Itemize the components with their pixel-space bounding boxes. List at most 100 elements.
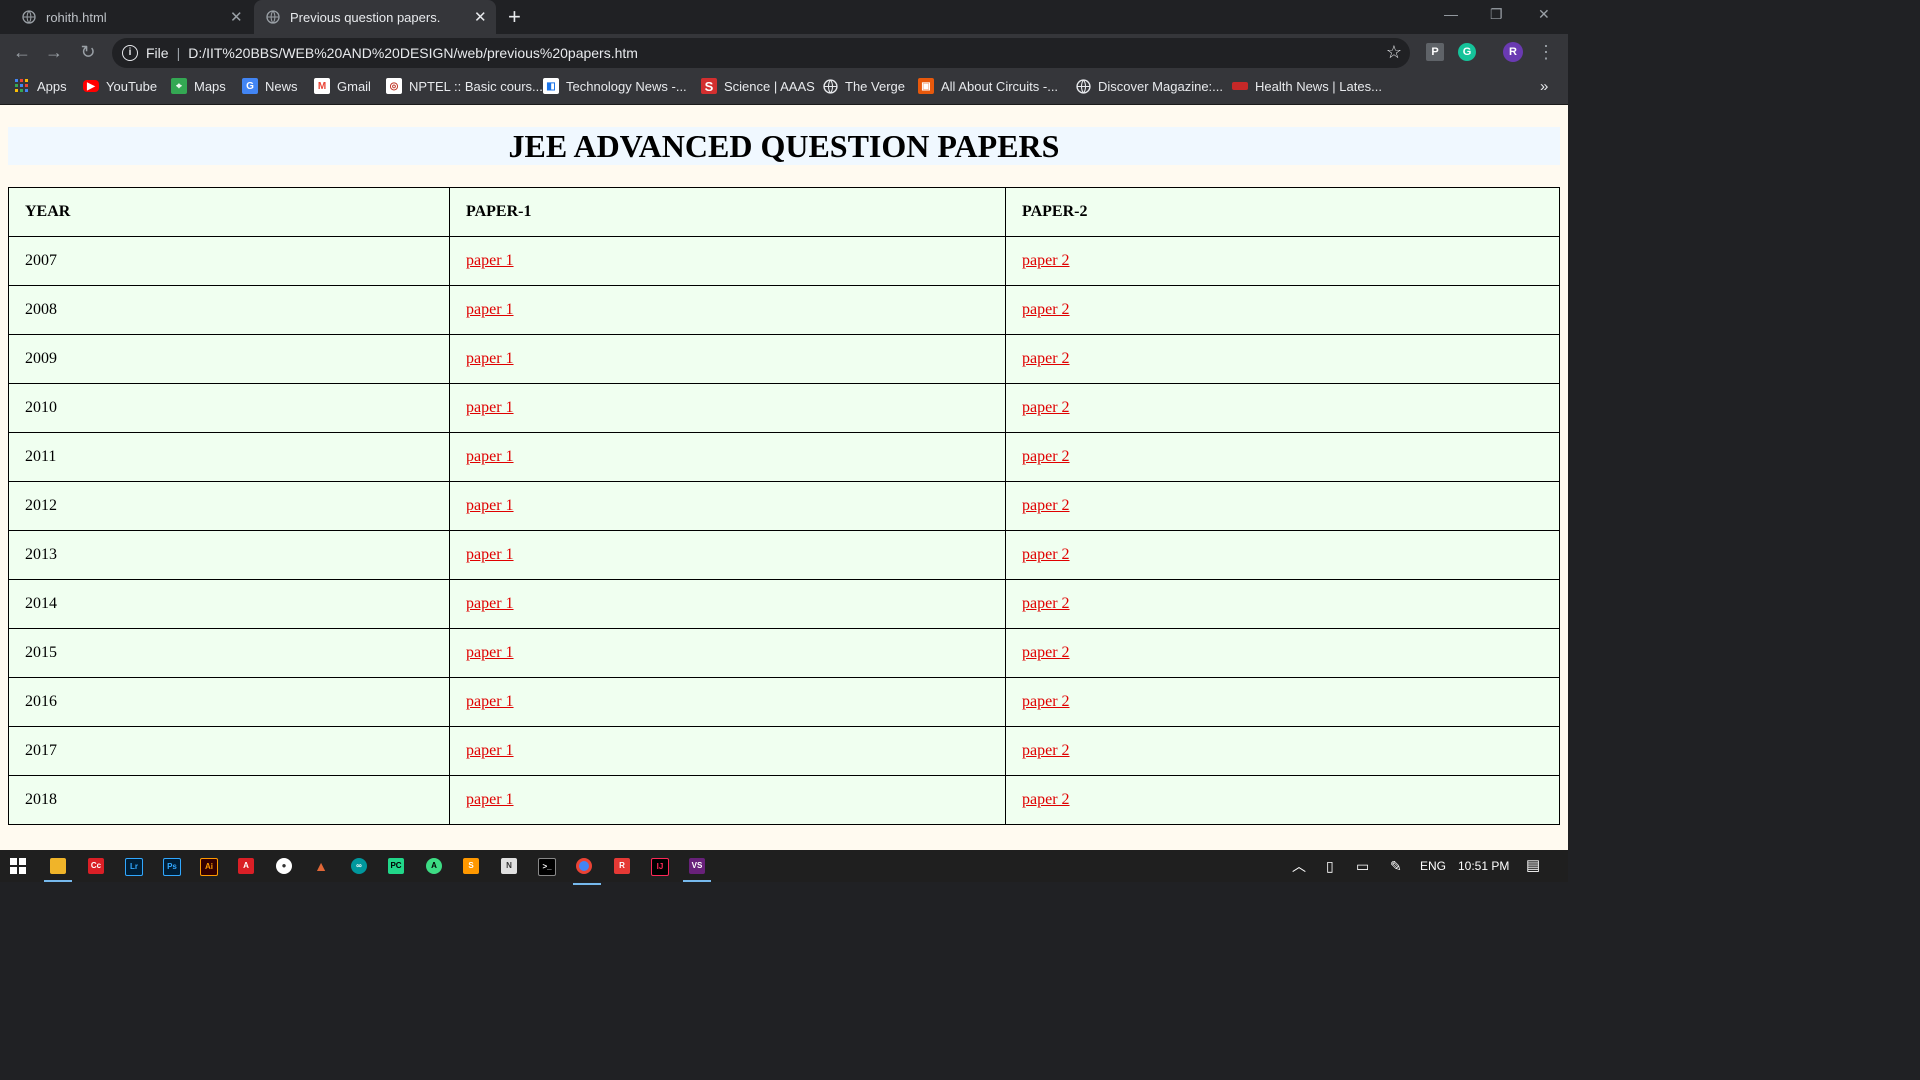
bookmark-gmail[interactable]: M Gmail <box>314 72 371 100</box>
paper-1-cell: paper 1 <box>449 236 1006 286</box>
paper-1-link[interactable]: paper 1 <box>466 693 514 710</box>
table-row: 2008 paper 1 paper 2 <box>8 285 1560 335</box>
acrobat-icon[interactable]: A <box>238 858 254 874</box>
chrome-icon[interactable] <box>573 858 601 885</box>
paper-2-link[interactable]: paper 2 <box>1022 350 1070 367</box>
bookmark-discover-magazine[interactable]: Discover Magazine:... <box>1075 72 1223 100</box>
illustrator-icon[interactable]: Ai <box>200 858 218 876</box>
close-tab-icon[interactable]: ✕ <box>474 8 487 26</box>
paper-1-link[interactable]: paper 1 <box>466 497 514 514</box>
paper-1-link[interactable]: paper 1 <box>466 791 514 808</box>
bookmark-news[interactable]: G News <box>242 72 298 100</box>
windows-start-icon[interactable] <box>10 858 26 874</box>
paper-1-link[interactable]: paper 1 <box>466 252 514 269</box>
bookmark-label: Science | AAAS <box>724 78 815 94</box>
usb-device-icon[interactable]: ▯ <box>1326 850 1334 882</box>
paper-1-link[interactable]: paper 1 <box>466 301 514 318</box>
column-header-paper-1: PAPER-1 <box>449 187 1006 237</box>
sublime-text-icon[interactable]: S <box>463 858 479 874</box>
site-info-icon[interactable]: i <box>122 45 138 61</box>
restore-icon[interactable]: ❐ <box>1490 6 1503 23</box>
paper-2-cell: paper 2 <box>1005 775 1560 825</box>
paper-1-cell: paper 1 <box>449 677 1006 727</box>
bookmark-technology-news[interactable]: ◧ Technology News -... <box>543 72 687 100</box>
lightroom-icon[interactable]: Lr <box>125 858 143 876</box>
tab-rohith[interactable]: rohith.html ✕ <box>10 0 250 34</box>
url-text[interactable]: D:/IIT%20BBS/WEB%20AND%20DESIGN/web/prev… <box>188 45 638 61</box>
bookmarks-overflow-icon[interactable]: » <box>1540 72 1548 100</box>
close-tab-icon[interactable]: ✕ <box>230 8 243 26</box>
paper-2-link[interactable]: paper 2 <box>1022 252 1070 269</box>
browser-toolbar: ← → ↻ i File | D:/IIT%20BBS/WEB%20AND%20… <box>0 34 1568 72</box>
paper-2-link[interactable]: paper 2 <box>1022 301 1070 318</box>
bookmark-the-verge[interactable]: The Verge <box>822 72 905 100</box>
table-row: 2009 paper 1 paper 2 <box>8 334 1560 384</box>
visual-studio-icon[interactable]: VS <box>683 858 711 882</box>
system-clock[interactable]: 10:51 PM <box>1458 850 1509 882</box>
paper-1-cell: paper 1 <box>449 628 1006 678</box>
paper-2-link[interactable]: paper 2 <box>1022 399 1070 416</box>
paper-2-link[interactable]: paper 2 <box>1022 644 1070 661</box>
bookmark-maps[interactable]: ⌖ Maps <box>171 72 226 100</box>
paper-1-link[interactable]: paper 1 <box>466 595 514 612</box>
obs-icon[interactable]: ● <box>276 858 292 874</box>
minimize-icon[interactable]: — <box>1444 6 1458 22</box>
paper-2-link[interactable]: paper 2 <box>1022 693 1070 710</box>
paper-2-link[interactable]: paper 2 <box>1022 448 1070 465</box>
photoshop-icon[interactable]: Ps <box>163 858 181 876</box>
table-row: 2016 paper 1 paper 2 <box>8 677 1560 727</box>
paper-2-link[interactable]: paper 2 <box>1022 595 1070 612</box>
terminal-icon[interactable]: >_ <box>538 858 556 876</box>
intellij-icon[interactable]: IJ <box>651 858 669 876</box>
paper-1-link[interactable]: paper 1 <box>466 350 514 367</box>
paper-2-link[interactable]: paper 2 <box>1022 791 1070 808</box>
column-header-year: YEAR <box>8 187 450 237</box>
paper-2-link[interactable]: paper 2 <box>1022 742 1070 759</box>
file-explorer-icon[interactable] <box>44 858 72 882</box>
paper-1-link[interactable]: paper 1 <box>466 742 514 759</box>
globe-icon <box>822 78 838 94</box>
android-studio-icon[interactable]: A <box>426 858 442 874</box>
table-header-row: YEAR PAPER-1 PAPER-2 <box>8 187 1560 237</box>
arduino-icon[interactable]: ∞ <box>351 858 367 874</box>
table-row: 2018 paper 1 paper 2 <box>8 775 1560 825</box>
menu-kebab-icon[interactable]: ⋮ <box>1536 42 1556 62</box>
language-indicator[interactable]: ENG <box>1420 850 1446 882</box>
recorder-icon[interactable]: R <box>614 858 630 874</box>
forward-icon[interactable]: → <box>44 42 64 62</box>
bookmark-youtube[interactable]: ▶ YouTube <box>83 72 157 100</box>
year-cell: 2007 <box>8 236 450 286</box>
notepad-icon[interactable]: N <box>501 858 517 874</box>
address-bar[interactable]: i File | D:/IIT%20BBS/WEB%20AND%20DESIGN… <box>112 38 1410 68</box>
close-window-icon[interactable]: ✕ <box>1538 6 1550 23</box>
paper-1-link[interactable]: paper 1 <box>466 644 514 661</box>
bookmark-all-about-circuits[interactable]: ▣ All About Circuits -... <box>918 72 1058 100</box>
back-icon[interactable]: ← <box>12 42 32 62</box>
bookmark-health-news[interactable]: Health News | Lates... <box>1232 72 1382 100</box>
new-tab-icon[interactable]: + <box>508 6 521 28</box>
reload-icon[interactable]: ↻ <box>78 42 98 62</box>
globe-icon <box>1075 78 1091 94</box>
pycharm-icon[interactable]: PC <box>388 858 404 874</box>
year-cell: 2012 <box>8 481 450 531</box>
paper-1-link[interactable]: paper 1 <box>466 546 514 563</box>
paper-1-link[interactable]: paper 1 <box>466 399 514 416</box>
bookmark-science-aaas[interactable]: S Science | AAAS <box>701 72 815 100</box>
matlab-icon[interactable]: ▲ <box>313 858 329 874</box>
bookmark-nptel[interactable]: ◎ NPTEL :: Basic cours... <box>386 72 543 100</box>
notification-center-icon[interactable]: ▤ <box>1526 850 1540 882</box>
bookmark-label: Apps <box>37 78 67 94</box>
pdf-extension-icon[interactable]: P <box>1426 43 1444 61</box>
bookmark-apps[interactable]: Apps <box>14 72 67 100</box>
pen-icon[interactable]: ✎ <box>1390 850 1402 882</box>
grammarly-icon[interactable]: G <box>1458 43 1476 61</box>
tray-overflow-chevron-icon[interactable]: ︿ <box>1292 850 1306 882</box>
adobe-cc-icon[interactable]: Cc <box>88 858 104 874</box>
tab-previous-papers[interactable]: Previous question papers. ✕ <box>254 0 496 34</box>
bookmark-star-icon[interactable]: ☆ <box>1386 42 1402 63</box>
paper-1-link[interactable]: paper 1 <box>466 448 514 465</box>
paper-2-link[interactable]: paper 2 <box>1022 546 1070 563</box>
network-icon[interactable]: ▭ <box>1356 850 1369 882</box>
avatar[interactable]: R <box>1503 42 1523 62</box>
paper-2-link[interactable]: paper 2 <box>1022 497 1070 514</box>
